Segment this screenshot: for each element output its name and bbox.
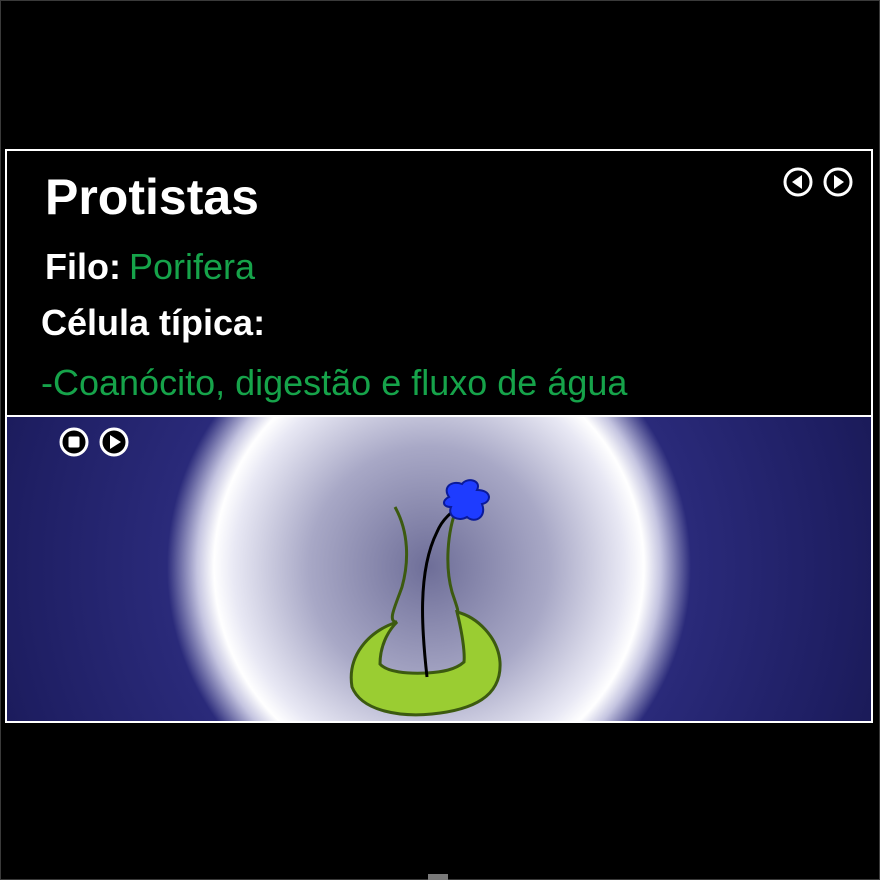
- scroll-indicator: [428, 874, 448, 880]
- play-button[interactable]: [99, 427, 129, 457]
- filo-label: Filo:: [45, 246, 121, 287]
- next-arrow-icon: [823, 167, 853, 197]
- play-icon: [99, 427, 129, 457]
- stop-icon: [59, 427, 89, 457]
- collar-strand-left: [390, 506, 409, 624]
- prev-button[interactable]: [783, 167, 813, 197]
- collar-strand-right: [446, 506, 460, 614]
- prev-arrow-icon: [783, 167, 813, 197]
- flagellum-tip: [443, 479, 490, 521]
- flagellum: [421, 505, 463, 678]
- page-title: Protistas: [45, 169, 259, 225]
- filo-value: Porifera: [128, 246, 256, 287]
- cell-type-label: Célula típica:: [41, 302, 266, 343]
- filo-row: Filo: Porifera: [45, 247, 255, 287]
- stop-button[interactable]: [59, 427, 89, 457]
- animation-panel: [5, 415, 873, 723]
- cell-type-description: -Coanócito, digestão e fluxo de água: [41, 362, 628, 403]
- next-button[interactable]: [823, 167, 853, 197]
- choanocyte-illustration: [349, 479, 502, 717]
- info-panel: Protistas Filo: Porifera Célula típica: -…: [5, 149, 873, 417]
